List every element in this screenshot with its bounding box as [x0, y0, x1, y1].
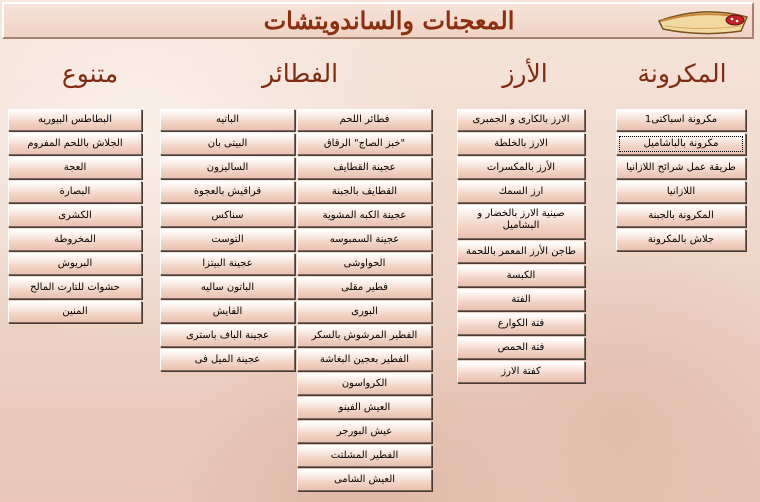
misc-button-7[interactable]: البريوش: [8, 253, 142, 275]
misc-button-2[interactable]: الجلاش باللحم المفروم: [8, 133, 142, 155]
rice-button-9[interactable]: فتة الكوارع: [457, 313, 585, 335]
misc-button-9[interactable]: المنين: [8, 301, 142, 323]
pies-a-button-7[interactable]: الحواوشى: [297, 253, 432, 275]
pies-b-button-2[interactable]: البيتى بان: [160, 133, 295, 155]
rice-button-7[interactable]: الكبسة: [457, 265, 585, 287]
pies-a-button-1[interactable]: فطائر اللحم: [297, 109, 432, 131]
pies-a-button-8[interactable]: فطير مقلى: [297, 277, 432, 299]
pasta-button-5[interactable]: المكرونة بالجبنة: [616, 205, 746, 227]
category-title-misc: متنوع: [61, 59, 119, 88]
pies-a-button-4[interactable]: القطايف بالجبنة: [297, 181, 432, 203]
pies-a-button-16[interactable]: العيش الشامى: [297, 469, 432, 491]
misc-button-1[interactable]: البطاطس البيوريه: [8, 109, 142, 131]
pies-a-button-14[interactable]: عيش البورجر: [297, 421, 432, 443]
pies-a-button-6[interactable]: عجينة السمبوسه: [297, 229, 432, 251]
pies-b-button-8[interactable]: الباتون ساليه: [160, 277, 295, 299]
pies-a-button-11[interactable]: الفطير بعجين البغاشة: [297, 349, 432, 371]
pasta-button-1[interactable]: مكرونة اسباكتى1: [616, 109, 746, 131]
pasta-button-2[interactable]: مكرونة بالباشاميل: [616, 133, 746, 155]
misc-button-8[interactable]: حشوات للتارت المالح: [8, 277, 142, 299]
rice-button-3[interactable]: الأرز بالمكسرات: [457, 157, 585, 179]
pies-a-button-9[interactable]: البورى: [297, 301, 432, 323]
misc-button-6[interactable]: المخروطة: [8, 229, 142, 251]
rice-button-8[interactable]: الفتة: [457, 289, 585, 311]
misc-button-5[interactable]: الكشرى: [8, 205, 142, 227]
category-title-pies: الفطائر: [261, 59, 339, 88]
category-title-rice: الأرز: [502, 59, 548, 88]
pies-b-button-6[interactable]: التوست: [160, 229, 295, 251]
pasta-button-6[interactable]: جلاش بالمكرونة: [616, 229, 746, 251]
pies-a-button-3[interactable]: عجينة القطايف: [297, 157, 432, 179]
misc-button-4[interactable]: البصارة: [8, 181, 142, 203]
rice-button-1[interactable]: الارز بالكارى و الجمبرى: [457, 109, 585, 131]
page-title: المعجنات والساندويتشات: [263, 6, 515, 35]
pies-b-button-10[interactable]: عجينة الباف باسترى: [160, 325, 295, 347]
pie-slice-icon: [657, 11, 749, 35]
pasta-button-4[interactable]: اللازانيا: [616, 181, 746, 203]
pies-b-button-11[interactable]: عجينة الميل فى: [160, 349, 295, 371]
pies-b-button-9[interactable]: الفايش: [160, 301, 295, 323]
pies-b-button-7[interactable]: عجينة البيتزا: [160, 253, 295, 275]
pies-b-button-5[interactable]: سناكس: [160, 205, 295, 227]
pies-a-button-13[interactable]: العيش الفينو: [297, 397, 432, 419]
rice-button-2[interactable]: الارز بالخلطة: [457, 133, 585, 155]
pies-a-button-2[interactable]: "خبز الصاج" الرقاق: [297, 133, 432, 155]
rice-button-10[interactable]: فتة الحمص: [457, 337, 585, 359]
pies-a-button-10[interactable]: الفطير المرشوش بالسكر: [297, 325, 432, 347]
pies-b-button-4[interactable]: قراقيش بالعجوة: [160, 181, 295, 203]
pies-a-button-5[interactable]: عجينة الكبه المشوية: [297, 205, 432, 227]
pies-a-button-12[interactable]: الكرواسون: [297, 373, 432, 395]
pasta-button-3[interactable]: طريقة عمل شرائح اللازانيا: [616, 157, 746, 179]
misc-button-3[interactable]: العجة: [8, 157, 142, 179]
rice-button-11[interactable]: كفتة الارز: [457, 361, 585, 383]
rice-button-4[interactable]: ارز السمك: [457, 181, 585, 203]
rice-button-6[interactable]: طاجن الأرز المعمر باللحمة: [457, 241, 585, 263]
rice-button-5[interactable]: صينية الارز بالخضار و البشاميل: [457, 205, 585, 239]
category-title-pasta: المكرونة: [637, 59, 727, 88]
pies-a-button-15[interactable]: الفطير المشلتت: [297, 445, 432, 467]
title-bar: المعجنات والساندويتشات: [2, 2, 754, 39]
pies-b-button-3[interactable]: الساليزون: [160, 157, 295, 179]
pies-b-button-1[interactable]: الباتيه: [160, 109, 295, 131]
